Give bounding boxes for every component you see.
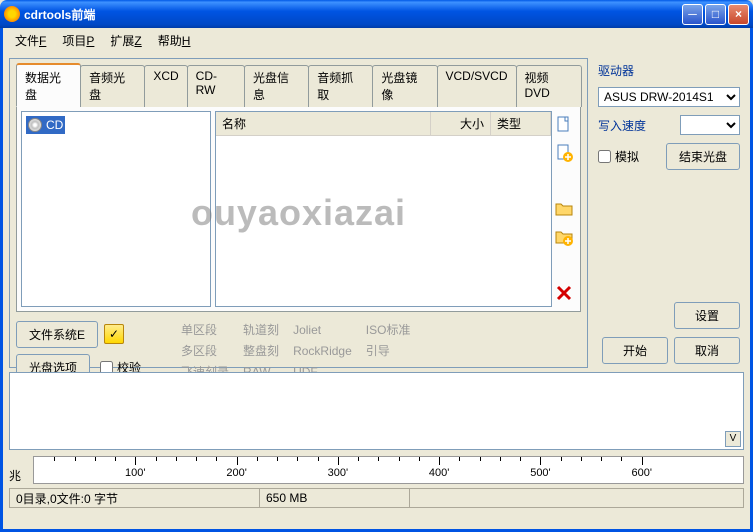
tree-root-label: CD	[46, 118, 63, 132]
ruler-tick: 500'	[530, 467, 550, 479]
col-type[interactable]: 类型	[491, 112, 551, 135]
tab-7[interactable]: VCD/SVCD	[437, 65, 517, 107]
finalize-button[interactable]: 结束光盘	[666, 143, 740, 170]
ruler-tick: 200'	[226, 467, 246, 479]
disc-tree[interactable]: CD	[21, 111, 211, 307]
add-folder-plus-icon[interactable]	[554, 227, 574, 247]
speed-select[interactable]	[680, 115, 740, 135]
window-title: cdrtools前端	[24, 6, 682, 23]
maximize-button[interactable]: □	[705, 4, 726, 25]
tab-4[interactable]: 光盘信息	[244, 65, 309, 107]
cancel-button[interactable]: 取消	[674, 337, 740, 364]
ruler-tick: 100'	[125, 467, 145, 479]
delete-icon[interactable]	[554, 283, 574, 303]
app-icon	[4, 6, 20, 22]
drive-label: 驱动器	[598, 62, 740, 79]
menu-file[interactable]: 文件F	[9, 30, 52, 51]
menu-project[interactable]: 项目P	[56, 30, 100, 51]
add-folder-icon[interactable]	[554, 199, 574, 219]
ruler-tick: 400'	[429, 467, 449, 479]
col-name[interactable]: 名称	[216, 112, 431, 135]
add-file-plus-icon[interactable]	[554, 143, 574, 163]
v-button[interactable]: V	[725, 431, 741, 447]
add-file-icon[interactable]	[554, 115, 574, 135]
tab-3[interactable]: CD-RW	[187, 65, 245, 107]
ruler-unit: 兆	[9, 467, 29, 484]
tree-root-node[interactable]: CD	[26, 116, 65, 134]
status-rest	[410, 489, 743, 507]
tab-1[interactable]: 音频光盘	[80, 65, 145, 107]
start-button[interactable]: 开始	[602, 337, 668, 364]
simulate-checkbox[interactable]: 模拟	[598, 148, 639, 165]
tab-2[interactable]: XCD	[144, 65, 187, 107]
log-textarea[interactable]: V	[9, 372, 744, 450]
ruler-tick: 600'	[631, 467, 651, 479]
tab-6[interactable]: 光盘镜像	[372, 65, 437, 107]
filesystem-check-icon[interactable]: ✓	[104, 324, 124, 344]
menu-extend[interactable]: 扩展Z	[104, 30, 147, 51]
close-button[interactable]: ×	[728, 4, 749, 25]
tab-8[interactable]: 视频DVD	[516, 65, 582, 107]
status-files: 0目录,0文件:0 字节	[10, 489, 260, 507]
settings-button[interactable]: 设置	[674, 302, 740, 329]
minimize-button[interactable]: ─	[682, 4, 703, 25]
tab-5[interactable]: 音频抓取	[308, 65, 373, 107]
cd-icon	[28, 118, 42, 132]
col-size[interactable]: 大小	[431, 112, 491, 135]
filesystem-button[interactable]: 文件系统E	[16, 321, 98, 348]
menu-help[interactable]: 帮助H	[152, 30, 197, 51]
size-ruler: 100' 200' 300' 400' 500' 600'	[33, 456, 744, 484]
tab-0[interactable]: 数据光盘	[16, 63, 81, 107]
status-size: 650 MB	[260, 489, 410, 507]
drive-select[interactable]: ASUS DRW-2014S1	[598, 87, 740, 107]
speed-label: 写入速度	[598, 117, 646, 134]
ruler-tick: 300'	[328, 467, 348, 479]
file-list[interactable]: 名称 大小 类型	[215, 111, 552, 307]
